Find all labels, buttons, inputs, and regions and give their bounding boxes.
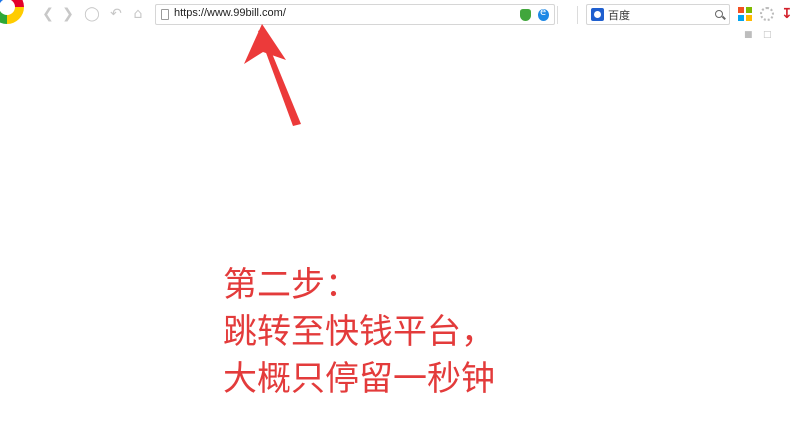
annotation-caption: 第二步： 跳转至快钱平台， 大概只停留一秒钟 [223, 262, 495, 403]
caption-line: 跳转至快钱平台， [223, 312, 495, 352]
arrow-head [244, 24, 286, 64]
caption-line: 大概只停留一秒钟 [223, 359, 495, 399]
caption-line: 第二步： [223, 265, 359, 305]
